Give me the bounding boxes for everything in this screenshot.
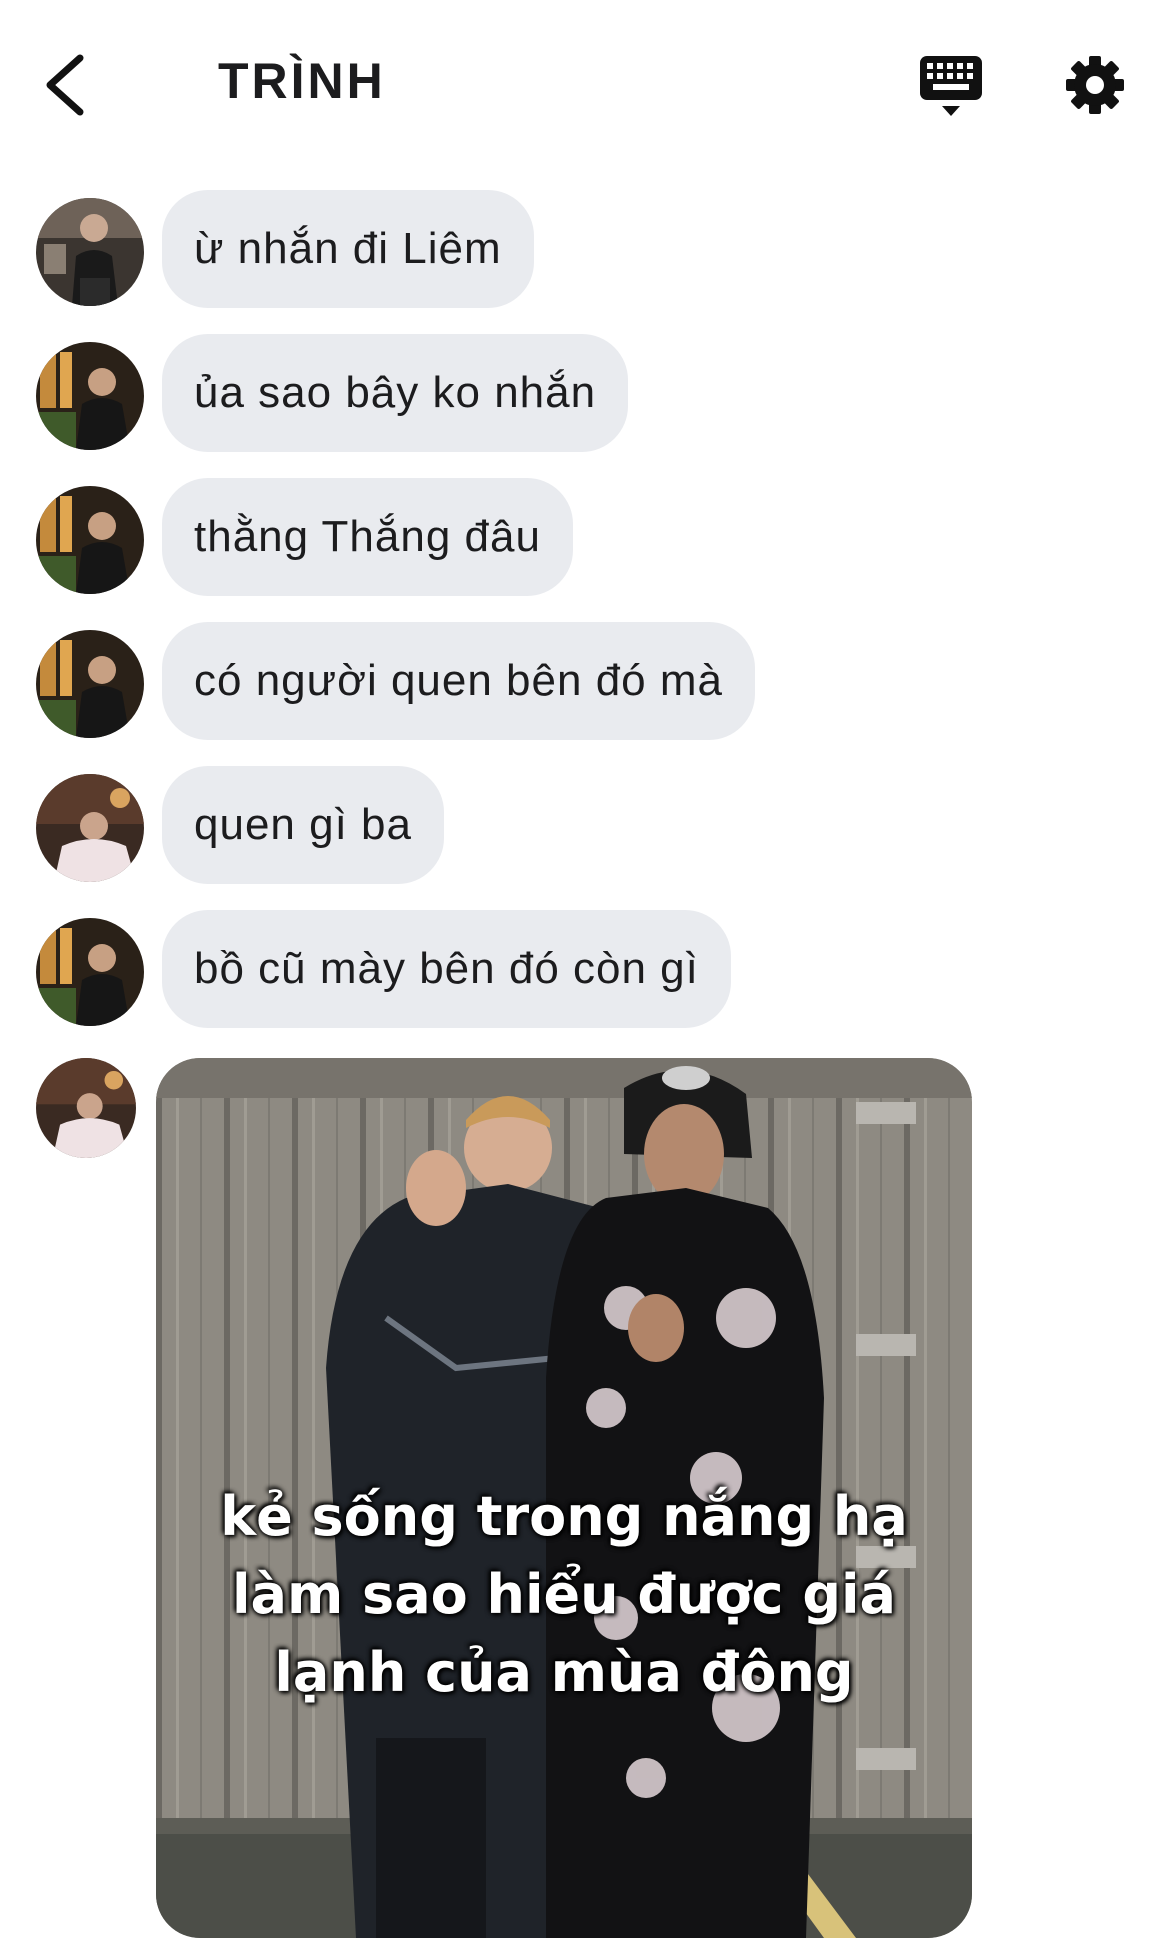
message-bubble[interactable]: quen gì ba bbox=[162, 766, 444, 884]
message-bubble[interactable]: bồ cũ mày bên đó còn gì bbox=[162, 910, 731, 1028]
avatar[interactable] bbox=[36, 486, 144, 594]
message-row: ừ nhắn đi Liêm bbox=[0, 190, 1166, 308]
settings-button[interactable] bbox=[1064, 54, 1126, 116]
message-bubble[interactable]: ủa sao bây ko nhắn bbox=[162, 334, 629, 452]
message-row: ủa sao bây ko nhắn bbox=[0, 334, 1166, 452]
avatar[interactable] bbox=[36, 342, 144, 450]
media-message-row: kẻ sống trong nắng hạ làm sao hiểu được … bbox=[0, 1058, 1166, 1938]
keyboard-button[interactable] bbox=[918, 54, 984, 120]
avatar[interactable] bbox=[36, 774, 144, 882]
message-bubble[interactable]: có người quen bên đó mà bbox=[162, 622, 755, 740]
avatar[interactable] bbox=[36, 630, 144, 738]
caption-line: làm sao hiểu được giá bbox=[232, 1563, 896, 1626]
gear-icon bbox=[1066, 56, 1124, 114]
message-row: có người quen bên đó mà bbox=[0, 622, 1166, 740]
avatar[interactable] bbox=[36, 918, 144, 1026]
back-button[interactable] bbox=[38, 50, 98, 120]
message-row: quen gì ba bbox=[0, 766, 1166, 884]
message-bubble[interactable]: ừ nhắn đi Liêm bbox=[162, 190, 534, 308]
message-bubble[interactable]: thằng Thắng đâu bbox=[162, 478, 573, 596]
shared-video-thumbnail[interactable]: kẻ sống trong nắng hạ làm sao hiểu được … bbox=[156, 1058, 972, 1938]
avatar[interactable] bbox=[36, 1058, 136, 1158]
chat-header: TRÌNH bbox=[0, 0, 1166, 170]
video-caption: kẻ sống trong nắng hạ làm sao hiểu được … bbox=[156, 1478, 972, 1712]
message-row: bồ cũ mày bên đó còn gì bbox=[0, 910, 1166, 1028]
chevron-left-icon bbox=[46, 54, 84, 116]
caption-line: kẻ sống trong nắng hạ bbox=[220, 1485, 908, 1548]
keyboard-icon bbox=[920, 56, 982, 116]
avatar[interactable] bbox=[36, 198, 144, 306]
caption-line: lạnh của mùa đông bbox=[274, 1641, 854, 1704]
chat-title: TRÌNH bbox=[218, 53, 386, 109]
message-row: thằng Thắng đâu bbox=[0, 478, 1166, 596]
